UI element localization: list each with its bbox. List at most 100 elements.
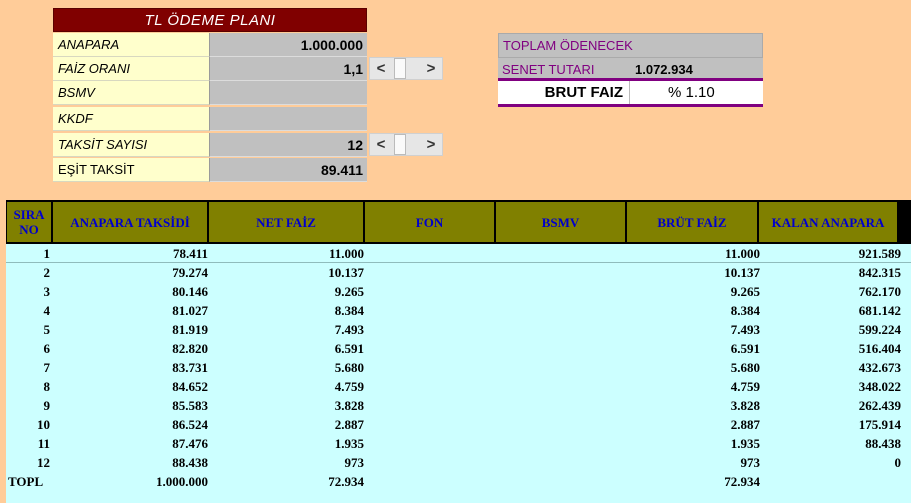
scroll-thumb[interactable] — [394, 58, 406, 79]
table-row: 3 80.146 9.265 9.265 762.170 — [6, 282, 911, 301]
cell-brut: 1.935 — [730, 435, 760, 451]
header-bsmv: BSMV — [496, 202, 625, 242]
cell-fon — [367, 472, 496, 491]
table-total-row: TOPL 1.000.000 72.934 72.934 — [6, 472, 911, 491]
cell-bsmv — [498, 434, 627, 453]
table-row: 8 84.652 4.759 4.759 348.022 — [6, 377, 911, 396]
chevron-right-icon[interactable]: > — [420, 134, 442, 155]
chevron-left-icon[interactable]: < — [370, 58, 392, 79]
cell-net: 7.493 — [334, 321, 364, 337]
cell-no: 9 — [43, 397, 51, 413]
cell-net: 973 — [344, 454, 365, 470]
scroll-thumb[interactable] — [394, 134, 406, 155]
cell-ana: 81.027 — [172, 302, 208, 318]
cell-fon — [367, 244, 496, 263]
cell-fon — [367, 301, 496, 320]
table-row: 11 87.476 1.935 1.935 88.438 — [6, 434, 911, 453]
cell-fon — [367, 434, 496, 453]
table-row: 4 81.027 8.384 8.384 681.142 — [6, 301, 911, 320]
table-header: SIRA NO ANAPARA TAKSİDİ NET FAİZ FON BSM… — [6, 200, 911, 244]
cell-brut: 973 — [740, 454, 761, 470]
cell-brut: 5.680 — [730, 359, 760, 375]
cell-no: TOPL — [8, 473, 44, 489]
cell-ana: 78.411 — [172, 245, 208, 261]
label-taksit-sayisi: TAKSİT SAYISI — [53, 133, 210, 157]
cell-kal: 348.022 — [858, 378, 901, 394]
cell-brut: 11.000 — [724, 245, 760, 261]
cell-ana: 88.438 — [172, 454, 208, 470]
cell-no: 3 — [43, 283, 51, 299]
value-anapara[interactable]: 1.000.000 — [210, 33, 367, 57]
header-sira-no: SIRA NO — [7, 202, 51, 242]
table-body: 1 78.411 11.000 11.000 921.589 2 79.274 10.137 1… — [6, 244, 911, 503]
label-esit-taksit: EŞİT TAKSİT — [53, 158, 210, 182]
cell-bsmv — [498, 282, 627, 301]
value-kkdf[interactable] — [210, 107, 367, 131]
cell-no: 5 — [43, 321, 51, 337]
taksit-sayisi-spinner[interactable]: < > — [369, 133, 443, 156]
cell-bsmv — [498, 472, 627, 491]
cell-kal: 88.438 — [865, 435, 901, 451]
cell-ana: 85.583 — [172, 397, 208, 413]
table-row: 1 78.411 11.000 11.000 921.589 — [6, 244, 911, 263]
cell-kal: 432.673 — [858, 359, 901, 375]
cell-fon — [367, 320, 496, 339]
brut-faiz-row: BRUT FAIZ % 1.10 — [498, 81, 763, 107]
cell-kal: 0 — [894, 454, 902, 470]
table-row: 10 86.524 2.887 2.887 175.914 — [6, 415, 911, 434]
cell-no: 11 — [37, 435, 50, 451]
table-row: 7 83.731 5.680 5.680 432.673 — [6, 358, 911, 377]
cell-bsmv — [498, 263, 627, 282]
senet-tutari-label: SENET TUTARI — [502, 62, 595, 77]
scroll-track[interactable] — [406, 134, 420, 155]
cell-ana: 80.146 — [172, 283, 208, 299]
cell-kal: 262.439 — [858, 397, 901, 413]
cell-brut: 8.384 — [730, 302, 760, 318]
value-bsmv[interactable] — [210, 81, 367, 105]
cell-ana: 79.274 — [172, 264, 208, 280]
cell-ana: 81.919 — [172, 321, 208, 337]
cell-kal: 762.170 — [858, 283, 901, 299]
cell-net: 6.591 — [334, 340, 364, 356]
cell-net: 1.935 — [334, 435, 364, 451]
cell-ana: 1.000.000 — [156, 473, 208, 489]
cell-no: 8 — [43, 378, 51, 394]
cell-fon — [367, 339, 496, 358]
value-esit-taksit: 89.411 — [210, 158, 367, 182]
cell-brut: 7.493 — [730, 321, 760, 337]
cell-net: 9.265 — [334, 283, 364, 299]
faiz-orani-spinner[interactable]: < > — [369, 57, 443, 80]
cell-brut: 2.887 — [730, 416, 760, 432]
cell-kal: 842.315 — [858, 264, 901, 280]
chevron-right-icon[interactable]: > — [420, 58, 442, 79]
cell-brut: 4.759 — [730, 378, 760, 394]
cell-kal: 175.914 — [858, 416, 901, 432]
header-fon: FON — [365, 202, 494, 242]
cell-no: 10 — [37, 416, 50, 432]
cell-net: 2.887 — [334, 416, 364, 432]
brut-faiz-label: BRUT FAIZ — [498, 81, 630, 104]
value-faiz-orani[interactable]: 1,1 — [210, 57, 367, 81]
table-row: 9 85.583 3.828 3.828 262.439 — [6, 396, 911, 415]
cell-fon — [367, 377, 496, 396]
value-taksit-sayisi[interactable]: 12 — [210, 133, 367, 157]
cell-brut: 6.591 — [730, 340, 760, 356]
cell-net: 8.384 — [334, 302, 364, 318]
cell-ana: 82.820 — [172, 340, 208, 356]
cell-no: 12 — [37, 454, 50, 470]
cell-fon — [367, 453, 496, 472]
cell-no: 4 — [43, 302, 51, 318]
cell-net: 4.759 — [334, 378, 364, 394]
cell-brut: 10.137 — [724, 264, 760, 280]
cell-bsmv — [498, 320, 627, 339]
cell-bsmv — [498, 358, 627, 377]
cell-net: 5.680 — [334, 359, 364, 375]
scroll-track[interactable] — [406, 58, 420, 79]
cell-no: 1 — [43, 245, 51, 261]
cell-brut: 72.934 — [724, 473, 760, 489]
label-faiz-orani: FAİZ ORANI — [53, 57, 210, 81]
label-bsmv: BSMV — [53, 81, 210, 105]
cell-kal: 516.404 — [858, 340, 901, 356]
chevron-left-icon[interactable]: < — [370, 134, 392, 155]
cell-bsmv — [498, 415, 627, 434]
